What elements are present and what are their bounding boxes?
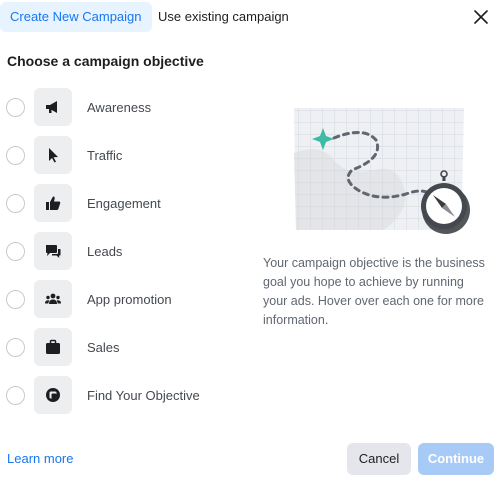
page-title: Choose a campaign objective bbox=[7, 53, 204, 69]
thumbs-up-icon bbox=[34, 184, 72, 222]
continue-button[interactable]: Continue bbox=[418, 443, 494, 475]
radio-button[interactable] bbox=[6, 97, 25, 117]
objective-find-your-objective[interactable]: Find Your Objective bbox=[0, 375, 220, 415]
campaign-tabs: Create New Campaign Use existing campaig… bbox=[0, 0, 500, 34]
objective-label: Traffic bbox=[87, 147, 123, 163]
learn-more-link[interactable]: Learn more bbox=[7, 451, 73, 466]
people-icon bbox=[34, 280, 72, 318]
megaphone-icon bbox=[34, 88, 72, 126]
map-compass-illustration bbox=[286, 98, 486, 248]
objective-description: Your campaign objective is the business … bbox=[263, 256, 485, 327]
objective-label: Sales bbox=[87, 339, 120, 355]
close-button[interactable] bbox=[470, 6, 492, 28]
radio-button[interactable] bbox=[6, 337, 25, 357]
briefcase-icon bbox=[34, 328, 72, 366]
radio-button[interactable] bbox=[6, 289, 25, 309]
objective-engagement[interactable]: Engagement bbox=[0, 183, 220, 223]
tab-use-existing-campaign[interactable]: Use existing campaign bbox=[148, 2, 299, 32]
objective-label: Leads bbox=[87, 243, 123, 259]
objective-awareness[interactable]: Awareness bbox=[0, 87, 220, 127]
radio-button[interactable] bbox=[6, 145, 25, 165]
radio-button[interactable] bbox=[6, 193, 25, 213]
objective-sales[interactable]: Sales bbox=[0, 327, 220, 367]
cancel-button[interactable]: Cancel bbox=[347, 443, 411, 475]
radio-button[interactable] bbox=[6, 385, 25, 405]
radio-button[interactable] bbox=[6, 241, 25, 261]
tab-create-new-campaign[interactable]: Create New Campaign bbox=[0, 2, 152, 32]
objective-label: Find Your Objective bbox=[87, 387, 200, 403]
objective-leads[interactable]: Leads bbox=[0, 231, 220, 271]
objective-label: App promotion bbox=[87, 291, 172, 307]
objective-label: Engagement bbox=[87, 195, 161, 211]
objective-label: Awareness bbox=[87, 99, 152, 115]
close-icon bbox=[474, 10, 488, 24]
target-icon bbox=[34, 376, 72, 414]
objective-app-promotion[interactable]: App promotion bbox=[0, 279, 220, 319]
objective-traffic[interactable]: Traffic bbox=[0, 135, 220, 175]
cursor-icon bbox=[34, 136, 72, 174]
chat-bubbles-icon bbox=[34, 232, 72, 270]
